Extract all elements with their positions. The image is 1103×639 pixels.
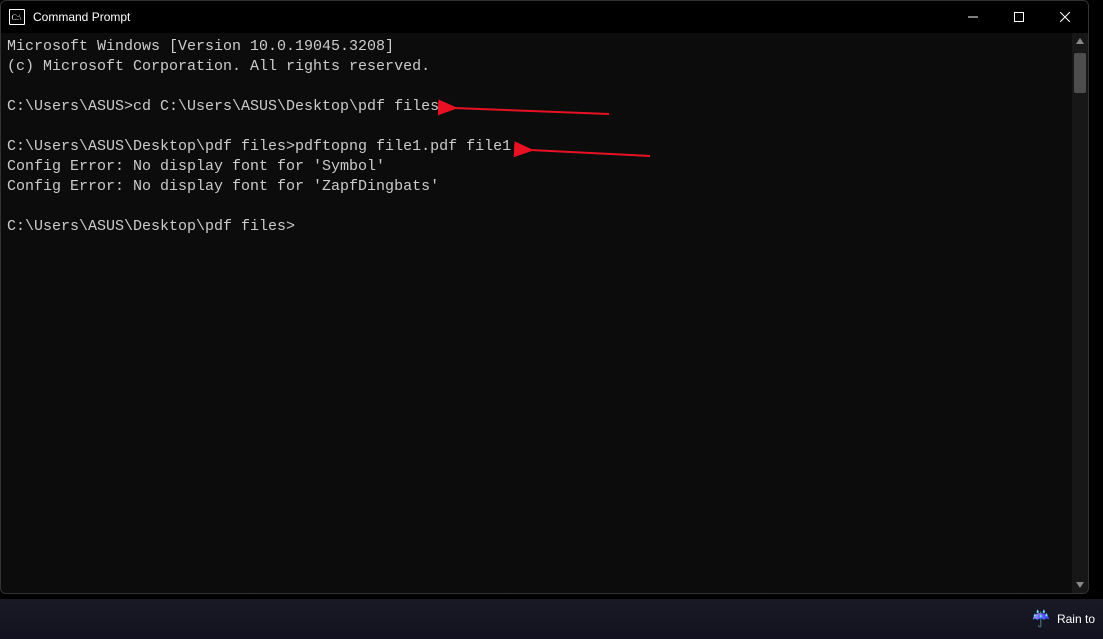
scroll-down-icon[interactable] [1072, 577, 1088, 593]
scrollbar[interactable] [1072, 33, 1088, 593]
command-prompt-window: C:\ Command Prompt Microsoft Windows [Ve… [0, 0, 1089, 594]
terminal-line: Microsoft Windows [Version 10.0.19045.32… [7, 37, 1066, 57]
cmd-icon: C:\ [9, 9, 25, 25]
terminal-output: Microsoft Windows [Version 10.0.19045.32… [1, 33, 1072, 241]
weather-text: Rain to [1057, 612, 1095, 626]
terminal-line [7, 77, 1066, 97]
minimize-button[interactable] [950, 1, 996, 33]
terminal-line: C:\Users\ASUS\Desktop\pdf files> [7, 217, 1066, 237]
maximize-button[interactable] [996, 1, 1042, 33]
umbrella-icon: ☔ [1031, 609, 1051, 629]
titlebar[interactable]: C:\ Command Prompt [1, 1, 1088, 33]
scroll-up-icon[interactable] [1072, 33, 1088, 49]
close-button[interactable] [1042, 1, 1088, 33]
terminal-line: (c) Microsoft Corporation. All rights re… [7, 57, 1066, 77]
scroll-thumb[interactable] [1074, 53, 1086, 93]
weather-widget[interactable]: ☔ Rain to [1031, 609, 1095, 629]
window-controls [950, 1, 1088, 33]
terminal-line: Config Error: No display font for 'ZapfD… [7, 177, 1066, 197]
taskbar[interactable]: ☔ Rain to [0, 599, 1103, 639]
terminal-area[interactable]: Microsoft Windows [Version 10.0.19045.32… [1, 33, 1088, 593]
window-title: Command Prompt [33, 10, 130, 24]
terminal-line [7, 197, 1066, 217]
terminal-line: C:\Users\ASUS>cd C:\Users\ASUS\Desktop\p… [7, 97, 1066, 117]
terminal-line [7, 117, 1066, 137]
terminal-line: Config Error: No display font for 'Symbo… [7, 157, 1066, 177]
svg-text:C:\: C:\ [12, 13, 23, 22]
terminal-line: C:\Users\ASUS\Desktop\pdf files>pdftopng… [7, 137, 1066, 157]
